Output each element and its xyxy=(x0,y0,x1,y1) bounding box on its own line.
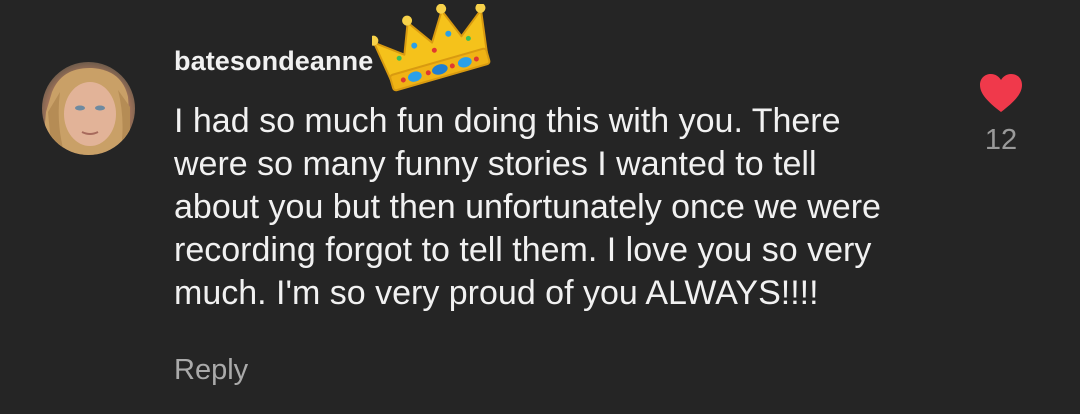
comment: batesondeanne 1 I had so xyxy=(0,0,1080,414)
crown-sticker xyxy=(372,4,491,92)
comment-body: I had so much fun doing this with you. T… xyxy=(174,102,881,312)
avatar[interactable] xyxy=(42,62,135,155)
comment-author[interactable]: batesondeanne xyxy=(174,46,373,77)
reply-button[interactable]: Reply xyxy=(174,354,248,387)
avatar-photo xyxy=(42,67,132,155)
like-count: 12 xyxy=(984,124,1018,156)
heart-icon[interactable] xyxy=(978,72,1024,114)
